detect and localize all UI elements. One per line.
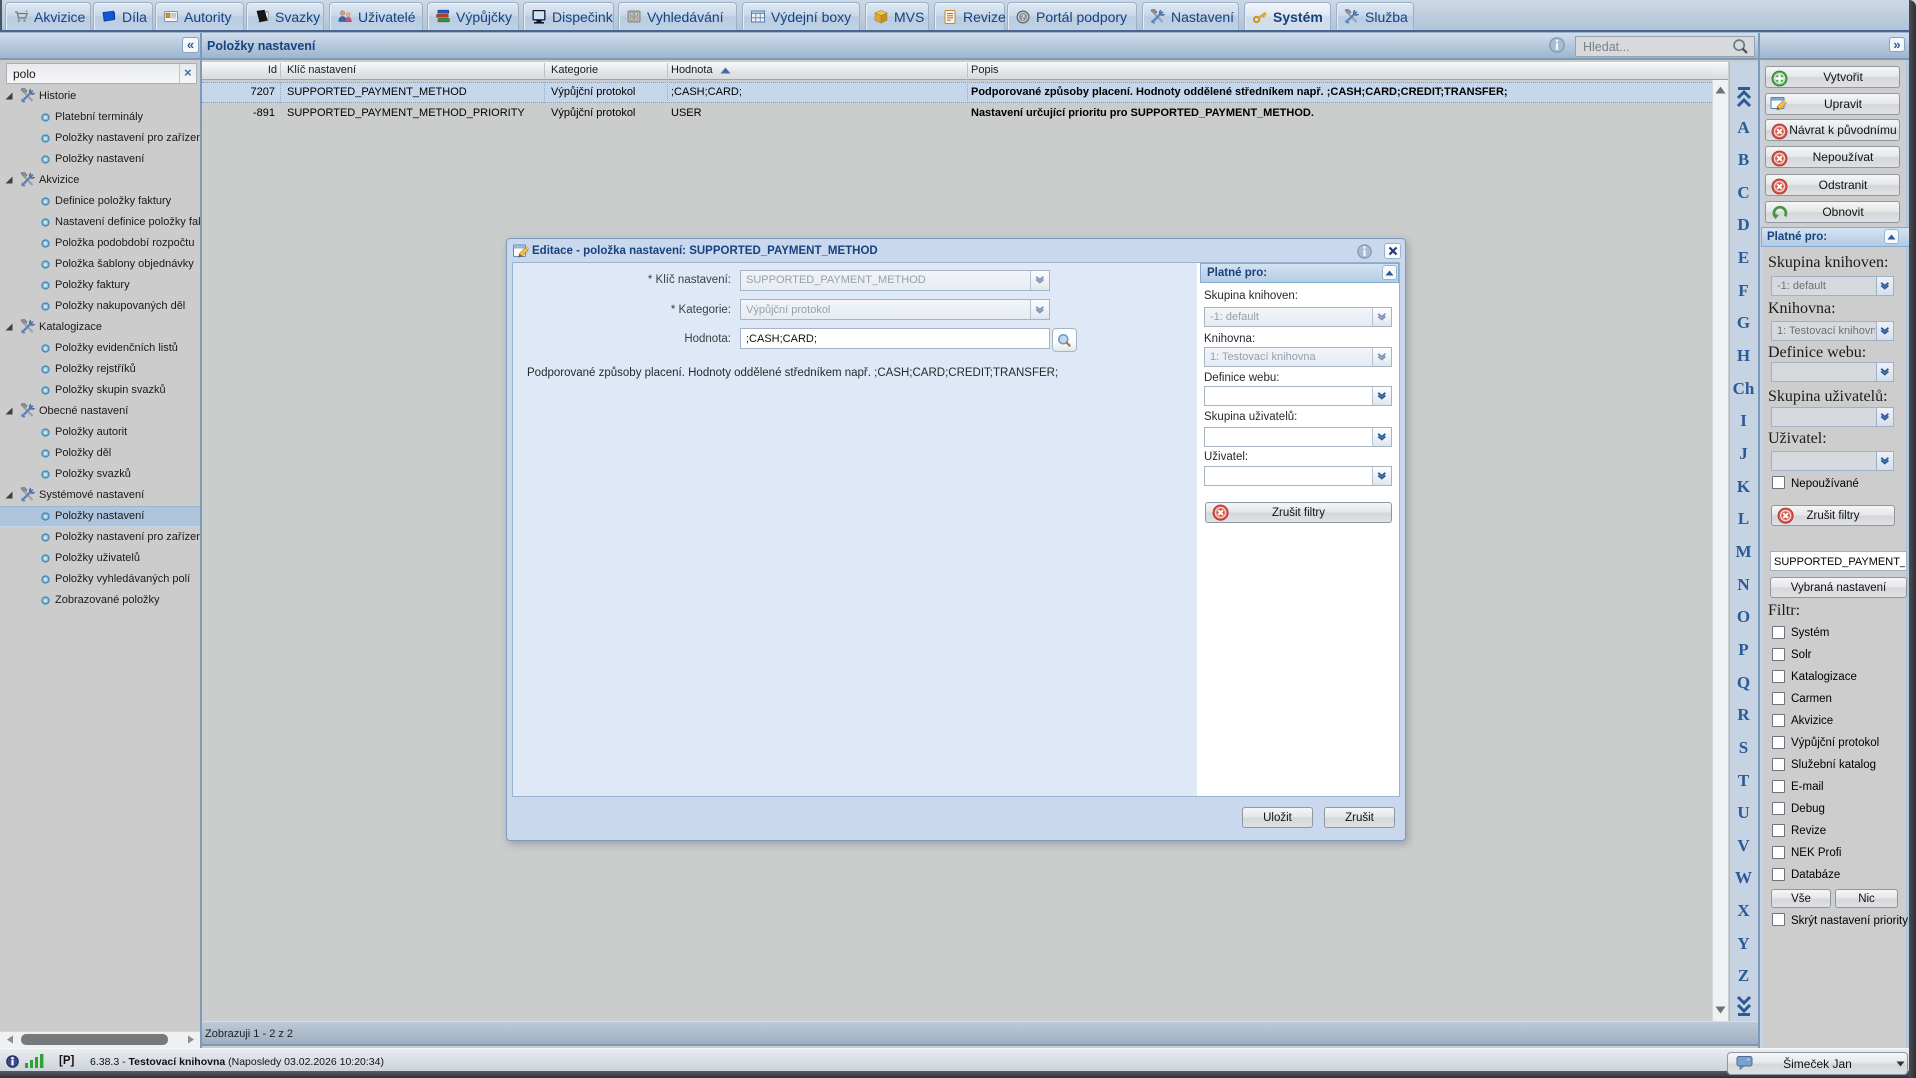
svg-text:?: ? xyxy=(1021,12,1025,22)
